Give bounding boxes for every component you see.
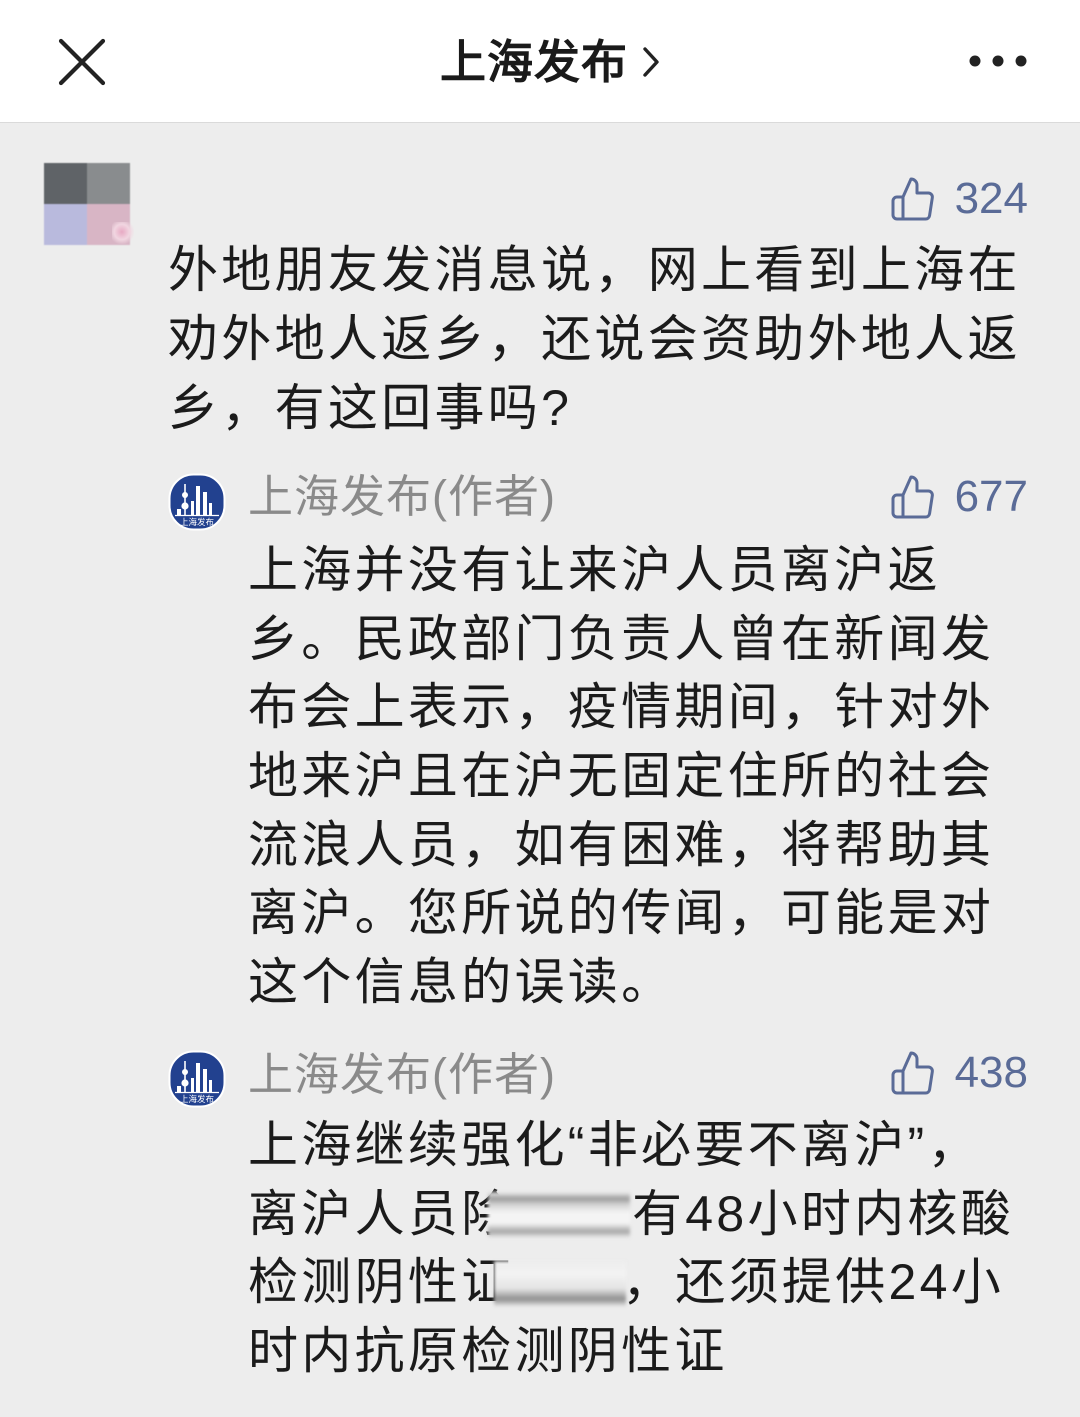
reply-segment: 离沪人员除 [248,1185,515,1242]
reply-text: 上海并没有让来沪人员离沪返 乡。民政部门负责人曾在新闻发 布会上表示，疫情期间，… [248,536,994,1017]
comment-line: 外地朋友发消息说，网上看到上海在 [168,242,1021,298]
redaction-blur [494,1261,626,1307]
reply-line: 乡。民政部门负责人曾在新闻发 [248,610,995,667]
page-title: 上海发布 [440,36,628,88]
reply-line: 上海继续强化“非必要不离沪”， [248,1117,981,1173]
redaction-blur [488,1192,630,1238]
like-count: 438 [954,1048,1028,1097]
comment-text: 外地朋友发消息说，网上看到上海在 劝外地人返乡，还说会资助外地人返 乡，有这回事… [168,236,1021,443]
reply-segment: 检测阴性证 [248,1254,515,1311]
reply-line: 上海并没有让来沪人员离沪返 [248,542,941,598]
reply-author[interactable]: 上海发布(作者) [248,1048,556,1102]
reply-line: 布会上表示，疫情期间，针对外 [248,679,995,736]
avatar-blur-spot [112,222,134,244]
chevron-right-icon [643,47,659,77]
comment-line: 劝外地人返乡，还说会资助外地人返 [168,311,1021,367]
top-bar: 上海发布 [0,0,1080,123]
account-title-link[interactable]: 上海发布 [440,34,662,90]
like-count: 324 [954,174,1028,223]
reply-line: 这个信息的误读。 [248,954,675,1011]
reply-line: 时内抗原检测阴性证 [248,1323,728,1380]
reply-segment: ，还须提供24小 [622,1254,1005,1311]
reply-author[interactable]: 上海发布(作者) [248,470,556,524]
like-button[interactable]: 677 [889,472,1028,522]
logo-text: 上海发布 [180,1094,214,1104]
like-button[interactable]: 438 [889,1048,1028,1098]
comment-line: 乡，有这回事吗? [168,380,573,436]
reply-line: 地来沪且在沪无固定住所的社会 [248,748,995,805]
author-logo-avatar[interactable]: 上海发布 [168,473,226,531]
thumbs-up-icon [891,177,934,221]
reply-segment: 有48小时内核酸 [632,1185,1015,1242]
reply-text: 上海继续强化“非必要不离沪”， 离沪人员除 有48小时内核酸 检测阴性证 ，还须… [248,1111,1011,1386]
close-icon[interactable] [56,36,108,88]
thumbs-up-icon [891,1051,934,1095]
reply-line: 流浪人员，如有困难，将帮助其 [248,816,995,873]
logo-text: 上海发布 [180,517,214,527]
thumbs-up-icon [891,475,934,519]
reply-line: 离沪。您所说的传闻，可能是对 [248,885,995,942]
more-icon[interactable] [962,44,1034,78]
like-button[interactable]: 324 [889,174,1028,224]
author-logo-avatar[interactable]: 上海发布 [168,1050,226,1108]
like-count: 677 [954,472,1028,521]
